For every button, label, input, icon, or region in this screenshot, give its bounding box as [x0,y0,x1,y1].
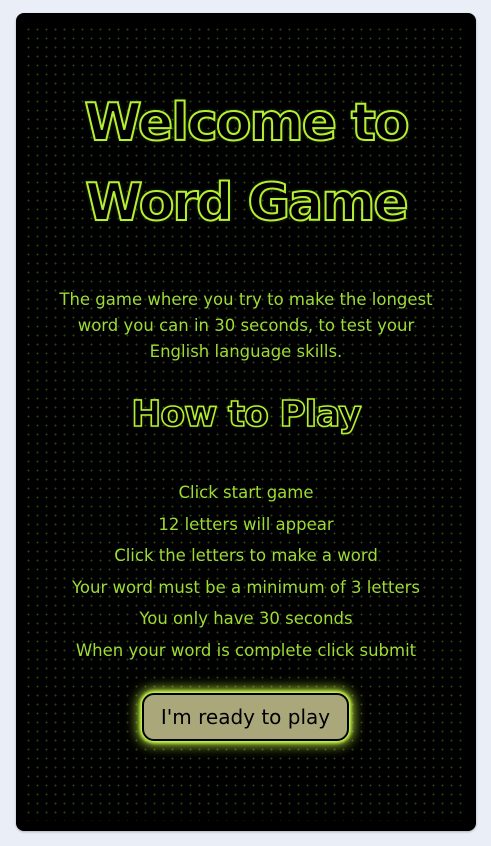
game-card: Welcome to Word Game The game where you … [16,13,476,831]
ready-to-play-button[interactable]: I'm ready to play [142,693,349,741]
instruction-item: When your word is complete click submit [75,640,417,660]
welcome-title-line-1: Welcome to [83,92,410,154]
instruction-item: 12 letters will appear [158,514,334,534]
page: Welcome to Word Game The game where you … [0,0,491,846]
instruction-item: Your word must be a minimum of 3 letters [72,577,420,597]
instruction-item: Click start game [178,483,314,502]
instructions-list: Click start game 12 letters will appear … [16,479,476,668]
welcome-title: Welcome to Word Game [16,83,476,243]
welcome-title-line-2: Word Game [84,172,409,234]
welcome-content: Welcome to Word Game The game where you … [16,13,476,831]
how-to-play-heading: How to Play [130,393,362,436]
instruction-item: You only have 30 seconds [139,609,353,628]
game-description: The game where you try to make the longe… [59,290,433,361]
instruction-item: Click the letters to make a word [114,546,378,565]
